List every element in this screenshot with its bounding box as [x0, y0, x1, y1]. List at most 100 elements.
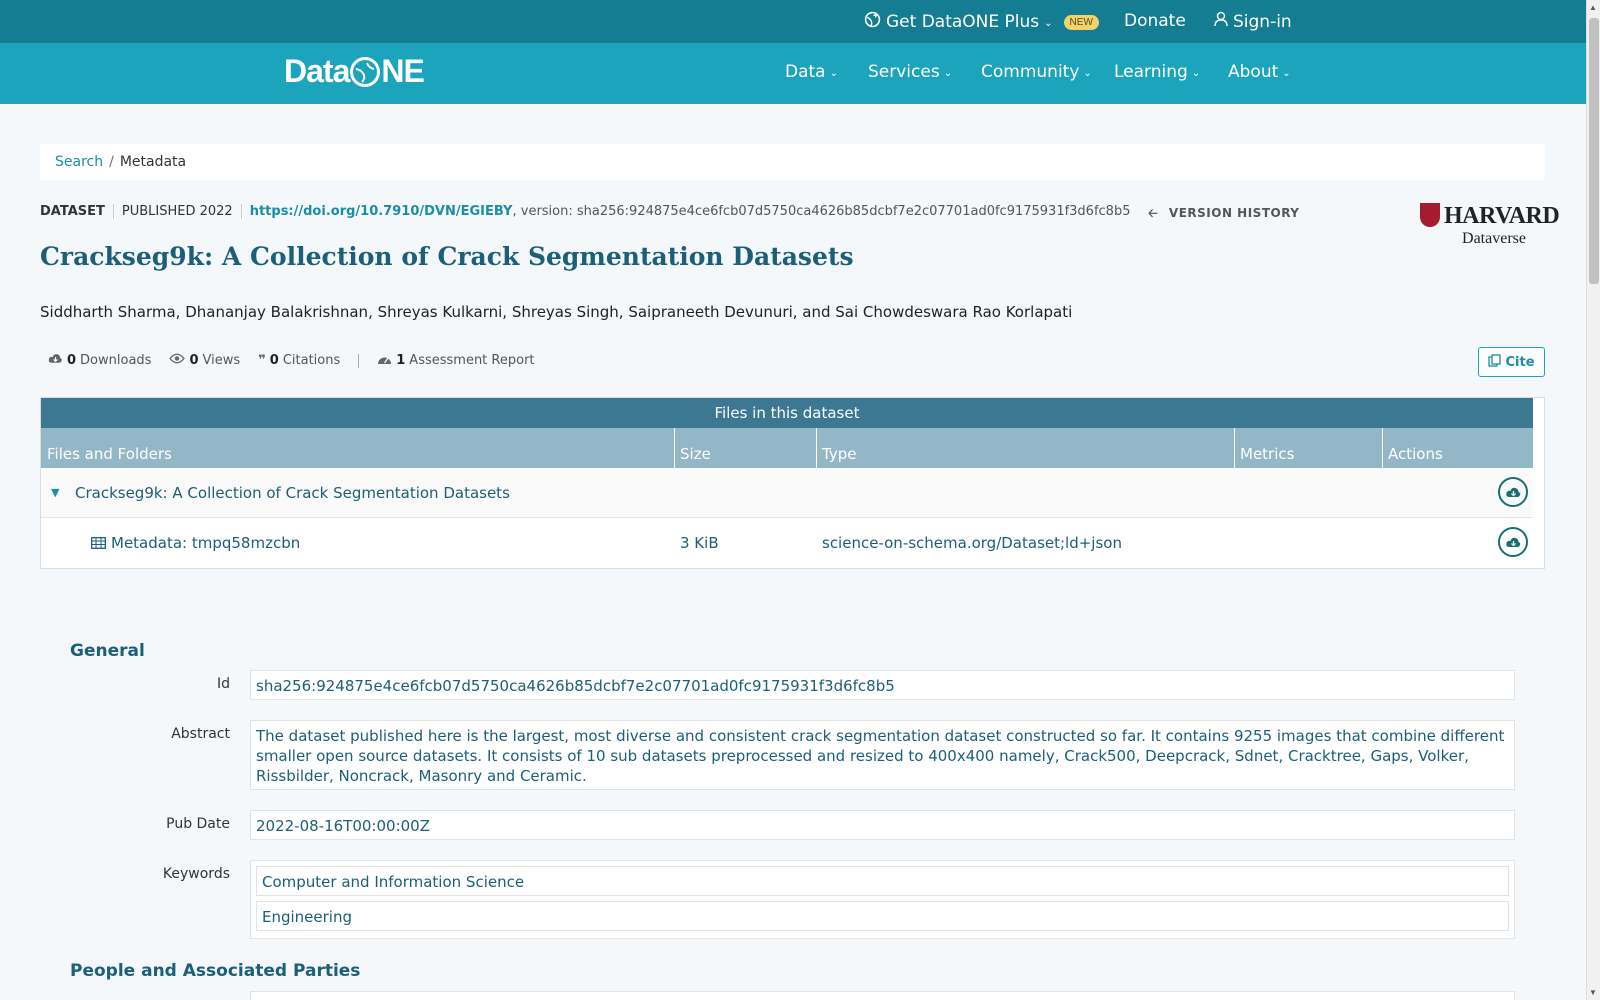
- keyword-item: Engineering: [256, 901, 1509, 931]
- cloud-download-icon: [1505, 487, 1520, 497]
- version-id: , version: sha256:924875e4ce6fcb07d5750c…: [512, 204, 1131, 219]
- quote-icon: ❞: [258, 353, 266, 368]
- scroll-thumb[interactable]: [1589, 18, 1599, 284]
- caret-down-icon[interactable]: ▼: [51, 486, 59, 499]
- get-dataone-plus-label: Get DataONE Plus: [886, 12, 1040, 32]
- harvard-shield-icon: [1420, 203, 1440, 227]
- page-scrollbar[interactable]: ▲ ▼: [1586, 0, 1600, 1000]
- repo-name: HARVARD: [1444, 203, 1560, 229]
- col-actions[interactable]: Actions: [1388, 445, 1443, 463]
- cloud-download-icon: [1505, 537, 1520, 547]
- nav-community[interactable]: Community ⌄: [981, 62, 1092, 82]
- folder-row[interactable]: ▼ Crackseg9k: A Collection of Crack Segm…: [41, 468, 1533, 518]
- cloud-download-button[interactable]: [1498, 477, 1528, 507]
- sign-in-link[interactable]: Sign-in: [1214, 11, 1292, 32]
- published-year: PUBLISHED 2022: [112, 204, 233, 219]
- cite-button[interactable]: Cite: [1478, 347, 1545, 377]
- scroll-down-arrow-icon[interactable]: ▼: [1589, 988, 1597, 997]
- assessment-label: Assessment Report: [409, 353, 535, 368]
- people-heading: People and Associated Parties: [70, 961, 361, 981]
- new-badge: NEW: [1063, 14, 1099, 30]
- scroll-up-arrow-icon[interactable]: ▲: [1589, 3, 1597, 12]
- eye-icon: [169, 353, 186, 368]
- assessment-count: 1: [396, 353, 406, 368]
- file-type: science-on-schema.org/Dataset;ld+json: [822, 534, 1122, 552]
- keywords-list: Computer and Information Science Enginee…: [250, 860, 1515, 939]
- col-size[interactable]: Size: [680, 445, 711, 463]
- nav-about[interactable]: About ⌄: [1228, 62, 1291, 82]
- chevron-down-icon: ⌄: [943, 67, 953, 79]
- breadcrumb: Search / Metadata: [40, 144, 1545, 180]
- breadcrumb-search[interactable]: Search: [55, 154, 103, 170]
- col-divider: [1382, 428, 1383, 468]
- views-count: 0: [189, 353, 199, 368]
- logo-text-data: Data: [284, 53, 350, 89]
- breadcrumb-separator: /: [109, 154, 114, 170]
- chevron-down-icon: ⌄: [1282, 67, 1291, 79]
- folder-name[interactable]: Crackseg9k: A Collection of Crack Segmen…: [75, 484, 510, 502]
- dataset-authors: Siddharth Sharma, Dhananjay Balakrishnan…: [40, 303, 1073, 321]
- views-label: Views: [202, 353, 241, 368]
- dataset-title: Crackseg9k: A Collection of Crack Segmen…: [40, 242, 854, 271]
- files-table-header: Files and Folders Size Type Metrics Acti…: [41, 428, 1533, 468]
- metrics-bar: 0 Downloads 0 Views ❞ 0 Citations 1 Assessme…: [48, 352, 553, 369]
- col-metrics[interactable]: Metrics: [1240, 445, 1294, 463]
- chevron-down-icon: ⌄: [829, 67, 838, 79]
- assessment-metric[interactable]: 1 Assessment Report: [377, 353, 535, 369]
- user-icon: [1214, 11, 1228, 32]
- nav-data[interactable]: Data ⌄: [785, 62, 838, 82]
- main-navbar: Data NE Data ⌄ Services ⌄ Community ⌄ Learn…: [0, 43, 1586, 104]
- col-divider: [674, 428, 675, 468]
- nav-learning-label: Learning: [1114, 62, 1188, 82]
- citations-metric[interactable]: ❞ 0 Citations: [258, 353, 340, 368]
- table-icon: [91, 535, 106, 553]
- people-first-field: [250, 991, 1515, 1000]
- files-table-title: Files in this dataset: [41, 398, 1533, 428]
- chevron-down-icon: ⌄: [1191, 67, 1201, 79]
- views-metric[interactable]: 0 Views: [169, 353, 240, 368]
- col-type[interactable]: Type: [822, 445, 856, 463]
- id-label: Id: [216, 676, 230, 692]
- gauge-icon: [377, 353, 392, 369]
- files-table: Files in this dataset Files and Folders …: [40, 397, 1545, 569]
- chevron-down-icon: ⌄: [1083, 67, 1092, 79]
- file-row[interactable]: Metadata: tmpq58mzcbn 3 KiB science-on-s…: [41, 518, 1533, 568]
- repo-sub: Dataverse: [1462, 230, 1526, 247]
- version-history-label: VERSION HISTORY: [1168, 206, 1300, 220]
- abstract-value: The dataset published here is the larges…: [250, 720, 1515, 790]
- nav-community-label: Community: [981, 62, 1080, 82]
- file-size: 3 KiB: [680, 534, 719, 552]
- breadcrumb-current: Metadata: [119, 154, 187, 170]
- logo-text-ne: NE: [381, 53, 424, 89]
- doi-link[interactable]: https://doi.org/10.7910/DVN/EGIEBY: [240, 204, 512, 219]
- general-heading: General: [70, 641, 145, 661]
- version-history-link[interactable]: 🡠 VERSION HISTORY: [1148, 204, 1300, 225]
- dataone-logo[interactable]: Data NE: [284, 53, 425, 90]
- nav-about-label: About: [1228, 62, 1279, 82]
- metrics-divider: [358, 353, 360, 368]
- col-divider: [1234, 428, 1235, 468]
- id-value: sha256:924875e4ce6fcb07d5750ca4626b85dcb…: [250, 670, 1515, 700]
- get-dataone-plus-menu[interactable]: Get DataONE Plus ⌄ NEW: [864, 11, 1099, 33]
- cloud-download-icon: [48, 352, 63, 369]
- arrow-left-icon: 🡠: [1148, 206, 1159, 220]
- globe-plus-icon: [864, 11, 881, 33]
- col-files-and-folders[interactable]: Files and Folders: [47, 445, 172, 463]
- nav-learning[interactable]: Learning ⌄: [1114, 62, 1200, 82]
- dataset-meta-line: DATASET PUBLISHED 2022 https://doi.org/1…: [40, 204, 1130, 219]
- donate-link[interactable]: Donate: [1124, 11, 1186, 31]
- pubdate-value: 2022-08-16T00:00:00Z: [250, 810, 1515, 840]
- cloud-download-button[interactable]: [1498, 527, 1528, 557]
- nav-services-label: Services: [868, 62, 940, 82]
- nav-services[interactable]: Services ⌄: [868, 62, 952, 82]
- downloads-metric[interactable]: 0 Downloads: [48, 352, 151, 369]
- keyword-item: Computer and Information Science: [256, 866, 1509, 896]
- copy-icon: [1488, 353, 1502, 371]
- keywords-label: Keywords: [162, 866, 230, 882]
- chevron-down-icon: ⌄: [1044, 17, 1053, 29]
- file-name[interactable]: Metadata: tmpq58mzcbn: [111, 534, 300, 552]
- sign-in-label: Sign-in: [1233, 11, 1292, 32]
- citations-label: Citations: [282, 353, 341, 368]
- downloads-count: 0: [67, 353, 77, 368]
- cite-label: Cite: [1505, 354, 1535, 370]
